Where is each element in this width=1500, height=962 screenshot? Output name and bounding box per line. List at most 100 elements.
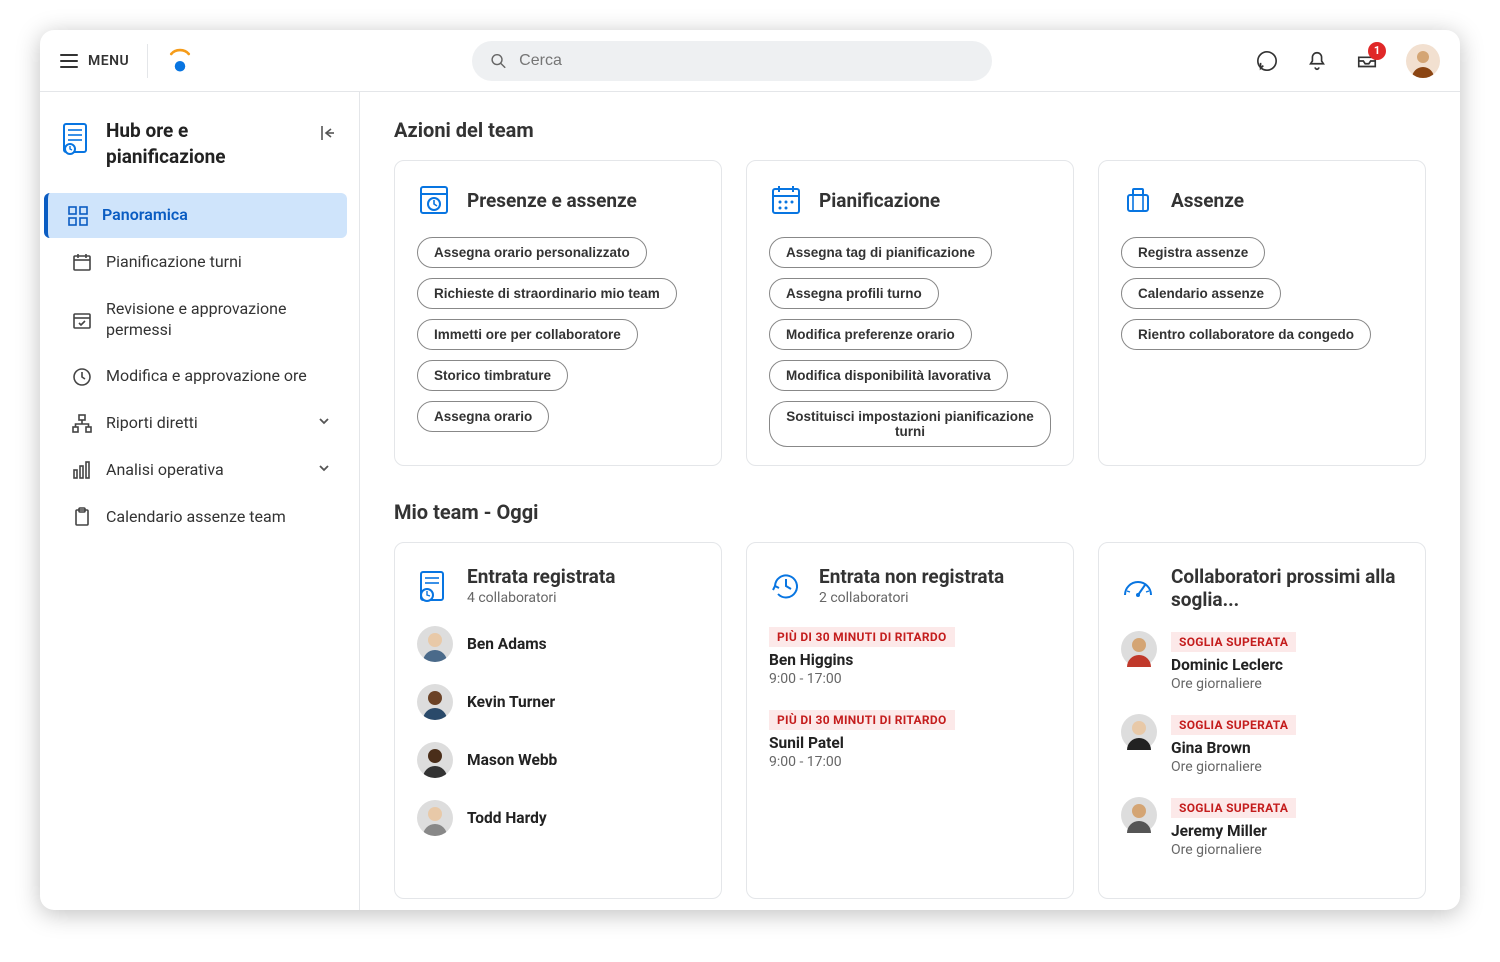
chart-icon xyxy=(72,460,92,480)
threshold-member[interactable]: SOGLIA SUPERATA Jeremy Miller Ore giorna… xyxy=(1121,797,1403,858)
threshold-member[interactable]: SOGLIA SUPERATA Dominic Leclerc Ore gior… xyxy=(1121,631,1403,692)
sidebar-item-modifica-ore[interactable]: Modifica e approvazione ore xyxy=(48,354,347,399)
threshold-member[interactable]: SOGLIA SUPERATA Gina Brown Ore giornalie… xyxy=(1121,714,1403,775)
sidebar: Hub ore e pianificazione Panoramica Pian… xyxy=(40,92,360,910)
member-name: Ben Adams xyxy=(467,635,547,653)
card-title: Entrata registrata xyxy=(467,565,615,588)
search-bar[interactable] xyxy=(472,41,992,81)
sidebar-item-label: Analisi operativa xyxy=(106,460,303,481)
workday-logo[interactable] xyxy=(166,47,194,75)
card-entrata-registrata: Entrata registrata 4 collaboratori Ben A… xyxy=(394,542,722,899)
history-icon xyxy=(769,569,803,603)
member-name: Ben Higgins xyxy=(769,651,1051,669)
late-member[interactable]: PIÙ DI 30 MINUTI DI RITARDO Sunil Patel … xyxy=(769,709,1051,770)
sidebar-item-label: Pianificazione turni xyxy=(106,252,331,273)
gauge-icon xyxy=(1121,571,1155,605)
sidebar-item-label: Modifica e approvazione ore xyxy=(106,366,331,387)
sidebar-item-riporti-diretti[interactable]: Riporti diretti xyxy=(48,401,347,446)
sidebar-item-label: Panoramica xyxy=(102,205,331,226)
card-title: Assenze xyxy=(1171,189,1244,212)
sidebar-item-pianificazione-turni[interactable]: Pianificazione turni xyxy=(48,240,347,285)
avatar xyxy=(417,800,453,836)
menu-label: MENU xyxy=(88,53,129,69)
card-subtitle: 4 collaboratori xyxy=(467,590,615,606)
chevron-down-icon xyxy=(317,413,331,434)
action-pill[interactable]: Immetti ore per collaboratore xyxy=(417,319,638,350)
avatar xyxy=(417,626,453,662)
member-name: Dominic Leclerc xyxy=(1171,656,1296,674)
sidebar-item-analisi-operativa[interactable]: Analisi operativa xyxy=(48,448,347,493)
avatar xyxy=(1121,797,1157,833)
action-pill[interactable]: Assegna profili turno xyxy=(769,278,939,309)
dashboard-icon xyxy=(68,206,88,226)
action-pill[interactable]: Modifica preferenze orario xyxy=(769,319,972,350)
team-member[interactable]: Todd Hardy xyxy=(417,800,699,836)
calendar-check-icon xyxy=(72,310,92,330)
badge: 1 xyxy=(1368,42,1386,60)
sidebar-item-label: Calendario assenze team xyxy=(106,507,331,528)
card-title: Presenze e assenze xyxy=(467,189,637,212)
action-pill[interactable]: Assegna orario xyxy=(417,401,549,432)
avatar xyxy=(417,742,453,778)
action-pill[interactable]: Modifica disponibilità lavorativa xyxy=(769,360,1008,391)
card-entrata-non-registrata: Entrata non registrata 2 collaboratori P… xyxy=(746,542,1074,899)
member-name: Kevin Turner xyxy=(467,693,555,711)
threshold-tag: SOGLIA SUPERATA xyxy=(1171,798,1296,818)
inbox-icon[interactable]: 1 xyxy=(1356,50,1378,72)
member-time: 9:00 - 17:00 xyxy=(769,754,1051,770)
member-name: Gina Brown xyxy=(1171,739,1296,757)
collapse-sidebar-icon[interactable] xyxy=(319,124,337,142)
sidebar-item-label: Revisione e approvazione permessi xyxy=(106,299,331,341)
late-tag: PIÙ DI 30 MINUTI DI RITARDO xyxy=(769,627,955,647)
action-pill[interactable]: Assegna tag di pianificazione xyxy=(769,237,992,268)
sidebar-item-calendario-assenze[interactable]: Calendario assenze team xyxy=(48,495,347,540)
threshold-detail: Ore giornaliere xyxy=(1171,759,1296,775)
member-time: 9:00 - 17:00 xyxy=(769,671,1051,687)
clock-icon xyxy=(72,367,92,387)
team-member[interactable]: Kevin Turner xyxy=(417,684,699,720)
chat-icon[interactable] xyxy=(1256,50,1278,72)
timeclock-icon xyxy=(417,183,451,217)
sidebar-item-revisione-permessi[interactable]: Revisione e approvazione permessi xyxy=(48,287,347,353)
action-pill[interactable]: Richieste di straordinario mio team xyxy=(417,278,677,309)
checkin-icon xyxy=(417,569,451,603)
action-pill[interactable]: Storico timbrature xyxy=(417,360,568,391)
chevron-down-icon xyxy=(317,460,331,481)
divider xyxy=(147,44,148,78)
threshold-detail: Ore giornaliere xyxy=(1171,842,1296,858)
schedule-icon xyxy=(769,183,803,217)
search-input[interactable] xyxy=(519,52,974,70)
member-name: Sunil Patel xyxy=(769,734,1051,752)
menu-button[interactable]: MENU xyxy=(60,53,129,69)
action-pill[interactable]: Registra assenze xyxy=(1121,237,1265,268)
profile-avatar[interactable] xyxy=(1406,44,1440,78)
avatar xyxy=(1121,631,1157,667)
action-pill[interactable]: Assegna orario personalizzato xyxy=(417,237,647,268)
avatar xyxy=(417,684,453,720)
action-pill[interactable]: Rientro collaboratore da congedo xyxy=(1121,319,1371,350)
avatar xyxy=(1121,714,1157,750)
sidebar-title: Hub ore e pianificazione xyxy=(106,118,305,169)
late-tag: PIÙ DI 30 MINUTI DI RITARDO xyxy=(769,710,955,730)
threshold-tag: SOGLIA SUPERATA xyxy=(1171,715,1296,735)
my-team-title: Mio team - Oggi xyxy=(394,500,1426,524)
action-pill[interactable]: Calendario assenze xyxy=(1121,278,1281,309)
org-icon xyxy=(72,414,92,434)
threshold-detail: Ore giornaliere xyxy=(1171,676,1296,692)
team-actions-title: Azioni del team xyxy=(394,118,1426,142)
calendar-icon xyxy=(72,252,92,272)
hamburger-icon xyxy=(60,54,78,68)
hub-icon xyxy=(62,122,92,156)
main-content: Azioni del team Presenze e assenze Asseg… xyxy=(360,92,1460,910)
member-name: Todd Hardy xyxy=(467,809,547,827)
bell-icon[interactable] xyxy=(1306,50,1328,72)
card-subtitle: 2 collaboratori xyxy=(819,590,1004,606)
card-pianificazione: Pianificazione Assegna tag di pianificaz… xyxy=(746,160,1074,466)
late-member[interactable]: PIÙ DI 30 MINUTI DI RITARDO Ben Higgins … xyxy=(769,626,1051,687)
team-member[interactable]: Mason Webb xyxy=(417,742,699,778)
card-title: Pianificazione xyxy=(819,189,940,212)
team-member[interactable]: Ben Adams xyxy=(417,626,699,662)
action-pill[interactable]: Sostituisci impostazioni pianificazione … xyxy=(769,401,1051,447)
card-assenze: Assenze Registra assenze Calendario asse… xyxy=(1098,160,1426,466)
sidebar-item-panoramica[interactable]: Panoramica xyxy=(44,193,347,238)
